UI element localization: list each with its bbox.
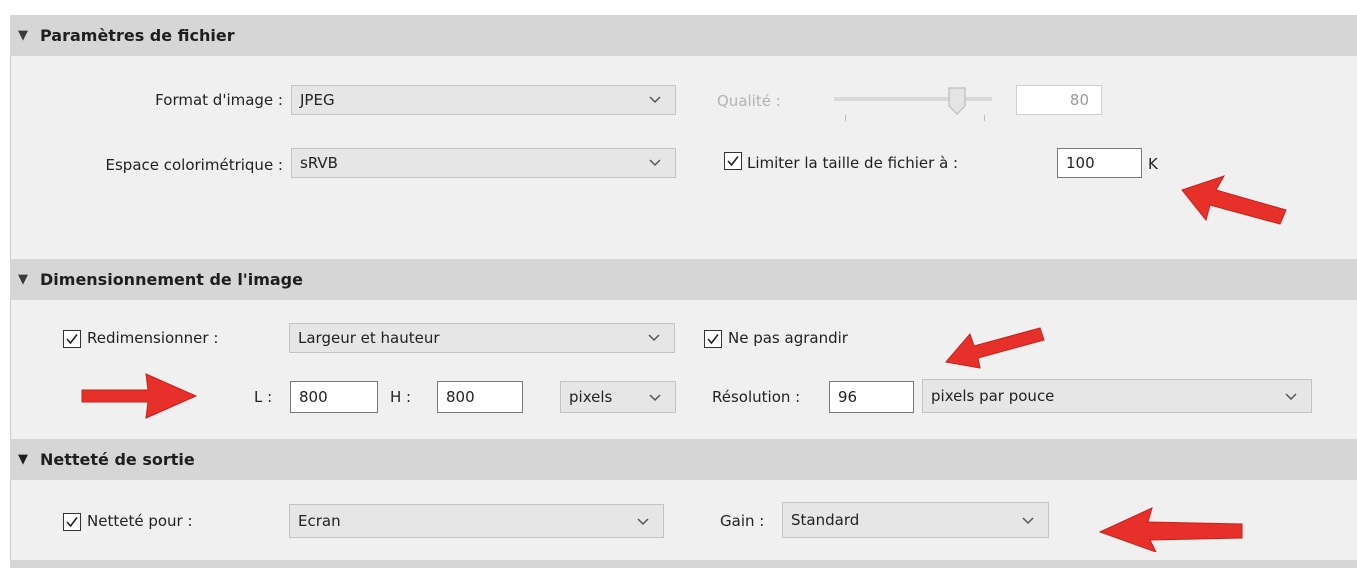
colorspace-value: sRVB	[300, 154, 338, 172]
red-arrow-icon	[1098, 507, 1243, 552]
triangle-down-icon[interactable]: ▼	[6, 28, 40, 43]
chevron-down-icon	[1285, 393, 1297, 401]
resize-label: Redimensionner :	[87, 329, 219, 347]
slider-tick	[845, 115, 846, 121]
gain-label: Gain :	[720, 512, 765, 530]
sharpen-label: Netteté pour :	[87, 512, 193, 530]
section-header-output-sharpening[interactable]: ▼ Netteté de sortie	[10, 439, 1357, 480]
section-title: Paramètres de fichier	[40, 26, 235, 45]
format-value: JPEG	[300, 91, 335, 109]
triangle-down-icon[interactable]: ▼	[6, 452, 40, 467]
checkmark-icon	[727, 156, 739, 167]
checkmark-icon	[66, 517, 78, 528]
sharpen-target-value: Ecran	[298, 512, 341, 530]
resolution-input[interactable]: 96	[829, 381, 914, 413]
height-label: H :	[390, 388, 412, 406]
no-enlarge-checkbox[interactable]	[704, 330, 722, 348]
checkmark-icon	[707, 334, 719, 345]
chevron-down-icon	[649, 159, 661, 167]
unit-value: pixels	[569, 388, 613, 406]
gain-select[interactable]: Standard	[782, 502, 1049, 538]
quality-slider-thumb[interactable]	[946, 86, 968, 116]
colorspace-select[interactable]: sRVB	[291, 148, 676, 178]
format-label: Format d'image :	[155, 91, 283, 109]
gain-value: Standard	[791, 511, 860, 529]
red-arrow-icon	[945, 327, 1045, 369]
red-arrow-icon	[81, 373, 198, 419]
quality-label: Qualité :	[717, 92, 781, 110]
limit-size-label: Limiter la taille de fichier à :	[747, 154, 959, 172]
resize-mode-value: Largeur et hauteur	[298, 329, 440, 347]
chevron-down-icon	[648, 334, 660, 342]
format-select[interactable]: JPEG	[291, 85, 676, 115]
resize-mode-select[interactable]: Largeur et hauteur	[289, 323, 675, 353]
section-title: Dimensionnement de l'image	[40, 270, 303, 289]
chevron-down-icon	[637, 518, 649, 526]
limit-size-input[interactable]: 100	[1057, 148, 1142, 178]
unit-select[interactable]: pixels	[560, 381, 676, 413]
chevron-down-icon	[649, 394, 661, 402]
colorspace-label: Espace colorimétrique :	[105, 156, 284, 174]
limit-size-checkbox[interactable]	[724, 152, 742, 170]
limit-size-unit: K	[1148, 155, 1158, 173]
section-header-file-settings[interactable]: ▼ Paramètres de fichier	[10, 15, 1357, 56]
resize-checkbox[interactable]	[63, 330, 81, 348]
sharpen-target-select[interactable]: Ecran	[289, 504, 664, 538]
section-header-next[interactable]	[10, 560, 1357, 568]
no-enlarge-label: Ne pas agrandir	[728, 329, 848, 347]
sharpen-checkbox[interactable]	[63, 513, 81, 531]
triangle-down-icon[interactable]: ▼	[6, 272, 40, 287]
slider-tick	[984, 115, 985, 121]
chevron-down-icon	[1022, 517, 1034, 525]
resolution-unit-select[interactable]: pixels par pouce	[922, 379, 1312, 413]
width-input[interactable]: 800	[290, 381, 378, 413]
quality-input[interactable]: 80	[1016, 85, 1102, 115]
section-title: Netteté de sortie	[40, 450, 195, 469]
chevron-down-icon	[649, 96, 661, 104]
resolution-label: Résolution :	[712, 388, 801, 406]
red-arrow-icon	[1181, 175, 1287, 225]
height-input[interactable]: 800	[437, 381, 523, 413]
section-header-image-sizing[interactable]: ▼ Dimensionnement de l'image	[10, 259, 1357, 300]
checkmark-icon	[66, 334, 78, 345]
width-label: L :	[254, 388, 273, 406]
resolution-unit-value: pixels par pouce	[931, 387, 1055, 405]
quality-slider-track[interactable]	[834, 97, 992, 101]
